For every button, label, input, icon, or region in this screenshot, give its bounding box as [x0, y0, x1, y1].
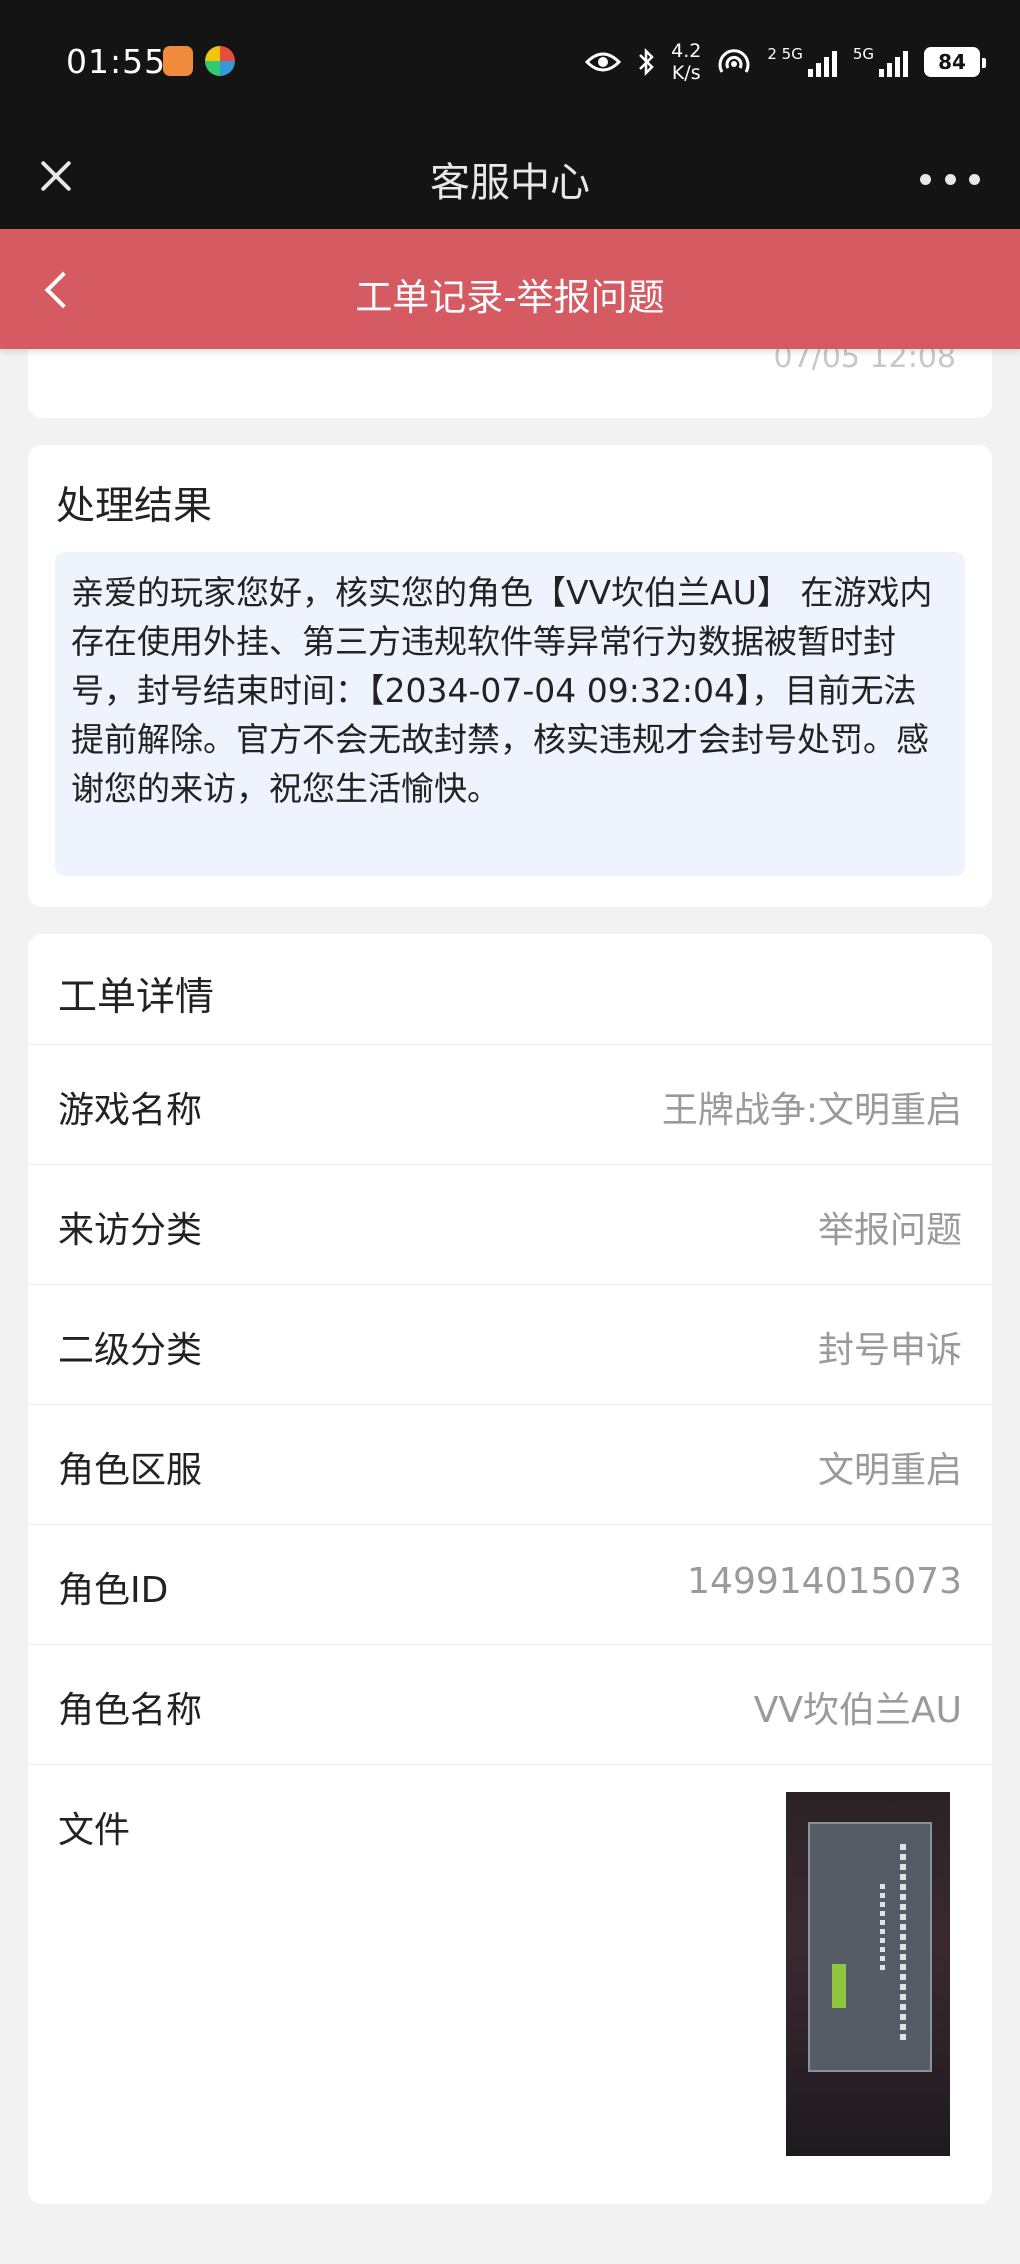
file-label: 文件: [58, 1810, 131, 1851]
hotspot-icon: [718, 49, 750, 73]
status-bar: 01:55 4.2 K/s 2 5G 5G 84: [0, 0, 1020, 128]
row-value: 149914015073: [687, 1561, 962, 1602]
detail-row-subcategory: 二级分类 封号申诉: [28, 1284, 992, 1404]
row-label: 二级分类: [58, 1330, 203, 1371]
row-value: 封号申诉: [817, 1330, 962, 1371]
net-speed-value: 4.2: [671, 40, 702, 62]
signal-icon-sim2: 5G: [853, 47, 908, 77]
thumbnail-text-lines-2: [880, 1884, 885, 1974]
thumbnail-dialog-graphic: [808, 1822, 932, 2072]
row-value: 文明重启: [817, 1450, 962, 1491]
row-value: 王牌战争:文明重启: [661, 1090, 962, 1131]
row-value: VV坎伯兰AU: [753, 1690, 962, 1731]
title-bar: 客服中心: [0, 128, 1020, 229]
net-speed-unit: K/s: [671, 62, 701, 84]
detail-row-visit-category: 来访分类 举报问题: [28, 1164, 992, 1284]
result-card: 处理结果 亲爱的玩家您好，核实您的角色【VV坎伯兰AU】 在游戏内存在使用外挂、…: [28, 445, 992, 907]
detail-row-role-id: 角色ID 149914015073: [28, 1524, 992, 1644]
row-label: 来访分类: [58, 1210, 203, 1251]
row-label: 角色区服: [58, 1450, 203, 1491]
row-label: 角色名称: [58, 1690, 203, 1731]
detail-row-role-name: 角色名称 VV坎伯兰AU: [28, 1644, 992, 1764]
battery-level: 84: [938, 50, 966, 74]
result-title: 处理结果: [56, 484, 213, 529]
row-label: 游戏名称: [58, 1090, 203, 1131]
page-header: 工单记录-举报问题: [0, 229, 1020, 349]
more-icon[interactable]: [920, 164, 980, 194]
row-value: 举报问题: [817, 1210, 962, 1251]
status-indicators: 4.2 K/s 2 5G 5G 84: [585, 38, 986, 86]
detail-row-server: 角色区服 文明重启: [28, 1404, 992, 1524]
detail-row-game-name: 游戏名称 王牌战争:文明重启: [28, 1044, 992, 1164]
detail-title: 工单详情: [58, 975, 215, 1020]
bluetooth-icon: [639, 47, 654, 77]
status-time: 01:55: [66, 42, 167, 81]
sim1-label: 2 5G: [767, 45, 803, 63]
signal-icon-sim1: 2 5G: [767, 45, 837, 77]
thumbnail-button-graphic: [832, 1964, 846, 2008]
page-title: 工单记录-举报问题: [355, 276, 665, 319]
notification-app-icon: [163, 46, 193, 76]
window-title: 客服中心: [430, 160, 590, 206]
battery-icon: 84: [924, 47, 986, 77]
notification-app-icon-2: [205, 46, 235, 76]
ticket-detail-card: 工单详情 游戏名称 王牌战争:文明重启 来访分类 举报问题 二级分类 封号申诉 …: [28, 934, 992, 2204]
file-thumbnail[interactable]: [786, 1792, 950, 2156]
eye-icon: [585, 52, 622, 72]
sim2-label: 5G: [852, 45, 874, 63]
row-label: 角色ID: [58, 1570, 169, 1611]
result-text: 亲爱的玩家您好，核实您的角色【VV坎伯兰AU】 在游戏内存在使用外挂、第三方违规…: [55, 552, 965, 876]
net-speed: 4.2 K/s: [671, 40, 701, 84]
thumbnail-text-lines: [900, 1844, 906, 2044]
